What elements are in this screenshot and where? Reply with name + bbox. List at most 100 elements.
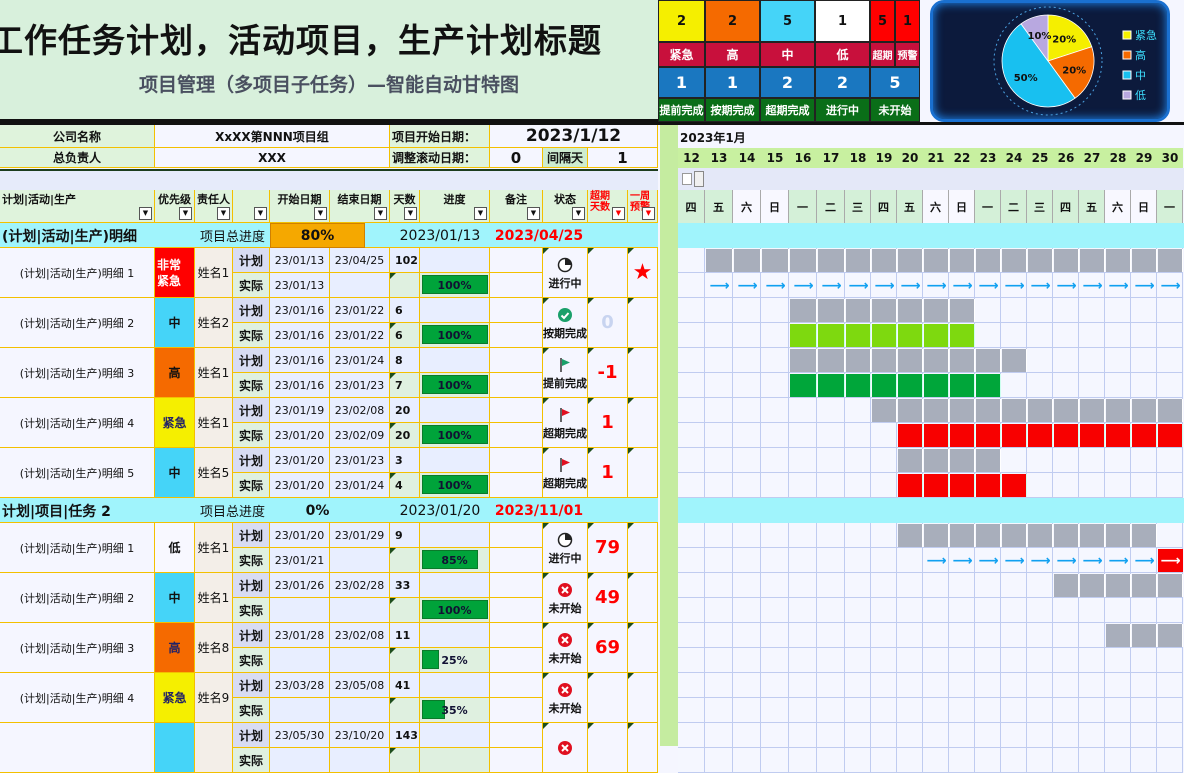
notes-cell[interactable] [490, 573, 543, 598]
gantt-scrollbar-track[interactable] [678, 168, 1184, 190]
notes-cell[interactable] [490, 473, 543, 498]
filter-dropdown-button[interactable]: ▼ [254, 207, 267, 220]
start-date [270, 698, 330, 723]
gantt-day-29: 29 [1131, 148, 1157, 168]
notes-cell[interactable] [490, 748, 543, 773]
legend-label-2: 中 [1135, 69, 1146, 82]
notes-cell[interactable] [490, 273, 543, 298]
gantt-scrollbar-thumb[interactable] [694, 171, 704, 187]
notes-cell[interactable] [490, 323, 543, 348]
filter-dropdown-button[interactable]: ▼ [642, 207, 655, 220]
legend-label-1: 高 [1135, 48, 1146, 62]
gantt-cell [817, 748, 845, 773]
interval-value[interactable]: 1 [588, 148, 658, 168]
gantt-cell [975, 698, 1001, 723]
overdue-days: 79 [588, 523, 628, 573]
status-cell [543, 723, 588, 773]
gantt-cell [817, 523, 845, 548]
notes-cell[interactable] [490, 723, 543, 748]
gantt-scroll-left-arrow[interactable] [682, 173, 692, 185]
notes-cell[interactable] [490, 673, 543, 698]
notes-cell[interactable] [490, 623, 543, 648]
filter-dropdown-button[interactable]: ▼ [179, 207, 192, 220]
notes-cell[interactable] [490, 423, 543, 448]
gantt-cell [1157, 298, 1183, 323]
notes-cell[interactable] [490, 348, 543, 373]
column-header-label: 进度 [443, 193, 466, 206]
notes-cell[interactable] [490, 448, 543, 473]
notes-cell[interactable] [490, 248, 543, 273]
gantt-cell [705, 323, 733, 348]
notes-cell[interactable] [490, 373, 543, 398]
progress-arrow-icon: ⟶ [1108, 552, 1129, 569]
progress-arrow-icon: ⟶ [765, 277, 786, 294]
gantt-cell [1131, 373, 1157, 398]
gantt-weekday: 三 [1027, 190, 1053, 223]
progress-value: 100% [437, 278, 472, 292]
progress-arrow-icon: ⟶ [737, 277, 758, 294]
status-cell: 按期完成 [543, 298, 588, 348]
gantt-cell [897, 598, 923, 623]
notes-cell[interactable] [490, 523, 543, 548]
notes-cell[interactable] [490, 598, 543, 623]
actual-bar-segment [898, 324, 923, 347]
end-date [330, 598, 390, 623]
gantt-cell [733, 723, 761, 748]
filter-dropdown-button[interactable]: ▼ [374, 207, 387, 220]
comment-marker [390, 323, 396, 329]
comment-marker [543, 248, 549, 254]
gantt-cell [1027, 448, 1053, 473]
comment-marker [628, 523, 634, 529]
filter-dropdown-button[interactable]: ▼ [527, 207, 540, 220]
start-date-value[interactable]: 2023/1/12 [490, 125, 658, 148]
gantt-cell [1079, 748, 1105, 773]
actual-bar-segment [790, 324, 817, 347]
legend-swatch-1 [1122, 50, 1132, 60]
gantt-cell [975, 723, 1001, 748]
actual-bar-segment [846, 324, 871, 347]
notes-cell[interactable] [490, 648, 543, 673]
plan-bar-segment [1106, 574, 1131, 597]
notes-cell[interactable] [490, 548, 543, 573]
actual-bar-segment [924, 374, 949, 397]
gantt-weekday: 日 [761, 190, 789, 223]
filter-dropdown-button[interactable]: ▼ [612, 207, 625, 220]
filter-dropdown-button[interactable]: ▼ [314, 207, 327, 220]
gantt-cell [1027, 748, 1053, 773]
filter-dropdown-button[interactable]: ▼ [404, 207, 417, 220]
filter-dropdown-button[interactable]: ▼ [139, 207, 152, 220]
plan-bar-segment [1028, 249, 1053, 272]
plan-bar-segment [898, 399, 923, 422]
plan-bar-segment [1054, 524, 1079, 547]
task-owner [195, 723, 233, 773]
gantt-cell [678, 673, 705, 698]
end-date: 23/01/22 [330, 323, 390, 348]
gantt-day-15: 15 [761, 148, 789, 168]
notes-cell[interactable] [490, 298, 543, 323]
notes-cell[interactable] [490, 398, 543, 423]
comment-marker [588, 248, 594, 254]
column-header-8: 备注 ▼ [490, 190, 543, 223]
gantt-cell [975, 573, 1001, 598]
gantt-cell [1105, 473, 1131, 498]
start-date: 23/01/20 [270, 473, 330, 498]
scroll-date-value[interactable]: 0 [490, 148, 543, 168]
gantt-cell [705, 573, 733, 598]
gantt-cell [761, 748, 789, 773]
progress-arrow-icon: ⟶ [900, 277, 921, 294]
filter-dropdown-button[interactable]: ▼ [572, 207, 585, 220]
gantt-cell [678, 473, 705, 498]
gantt-cell [871, 748, 897, 773]
gantt-cell [1157, 473, 1183, 498]
gantt-cell [897, 698, 923, 723]
actual-bar-segment [872, 374, 897, 397]
priority-label-2: 中 [760, 42, 815, 67]
plan-bar-segment [924, 249, 949, 272]
filter-dropdown-button[interactable]: ▼ [217, 207, 230, 220]
notes-cell[interactable] [490, 698, 543, 723]
plan-bar-segment [1132, 574, 1157, 597]
gantt-cell [817, 573, 845, 598]
gantt-cell [733, 323, 761, 348]
filter-dropdown-button[interactable]: ▼ [474, 207, 487, 220]
x-circle-icon [557, 680, 573, 700]
